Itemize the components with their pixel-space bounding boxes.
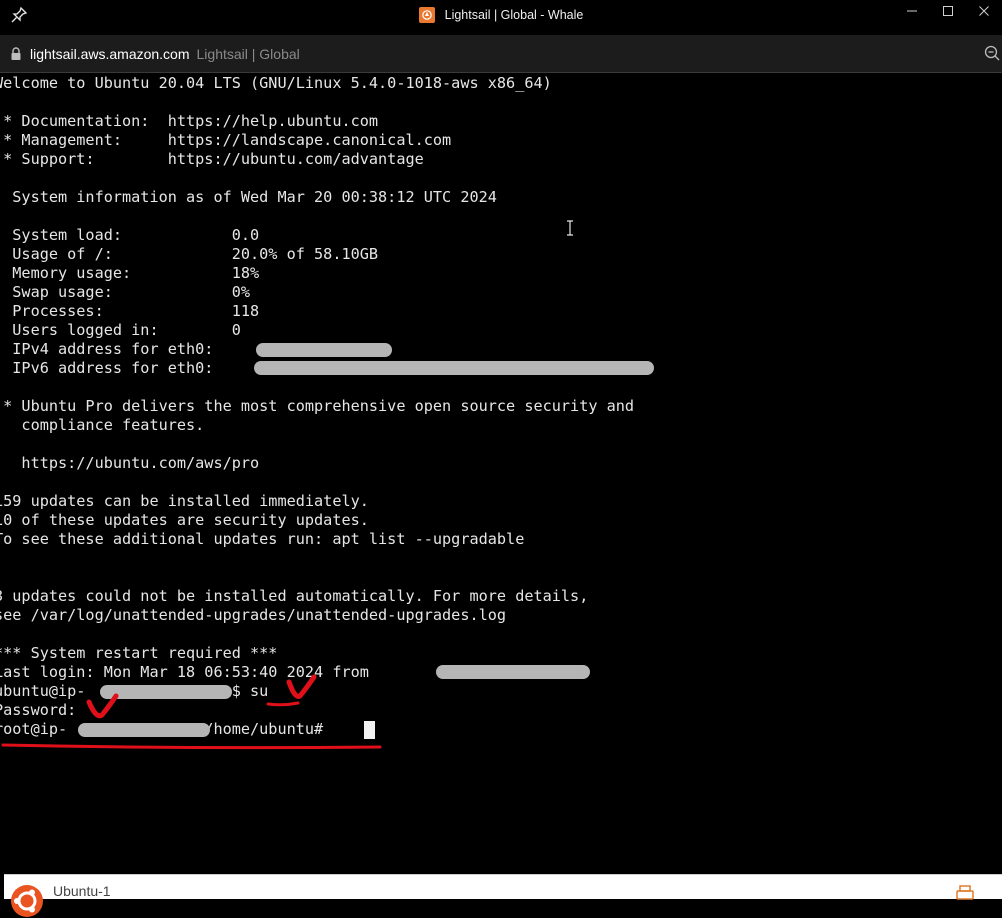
terminal-line: * Support: https://ubuntu.com/advantage [0,150,424,168]
redacted-login-host [436,665,590,679]
terminal-line: compliance features. [0,416,205,434]
underline-root-prompt [1,743,382,750]
instance-name: Ubuntu-1 [53,883,111,899]
minimize-button[interactable] [894,0,930,22]
url-host[interactable]: lightsail.aws.amazon.com [30,46,190,62]
terminal-line: Swap usage: 0% [0,283,251,301]
terminal-cursor [364,721,375,739]
url-page-title: Lightsail | Global [196,45,300,62]
instance-panel: Ubuntu-1 [4,874,1002,917]
terminal-line: * Ubuntu Pro delivers the most comprehen… [0,397,635,415]
window-title: Lightsail | Global - Whale [444,8,584,22]
window-controls [894,0,1002,30]
lock-icon[interactable] [10,46,22,61]
terminal-line: IPv4 address for eth0: [0,340,214,358]
terminal-line: To see these additional updates run: apt… [0,530,525,548]
terminal-line: 10 of these updates are security updates… [0,511,369,529]
title-bar: Lightsail | Global - Whale [0,0,1002,30]
close-icon [979,6,989,16]
maximize-button[interactable] [930,0,966,22]
terminal-line: * Documentation: https://help.ubuntu.com [0,112,379,130]
redacted-root-host [78,723,210,737]
redacted-ubuntu-host [100,685,232,699]
ubuntu-logo-icon [11,885,43,917]
redacted-ipv4 [256,343,392,357]
terminal-line: 159 updates can be installed immediately… [0,492,369,510]
terminal-line: System information as of Wed Mar 20 00:3… [0,188,497,206]
terminal-line: Processes: 118 [0,302,260,320]
address-bar[interactable]: lightsail.aws.amazon.com Lightsail | Glo… [0,35,1002,73]
terminal-line: Welcome to Ubuntu 20.04 LTS (GNU/Linux 5… [0,74,552,92]
terminal-line: Memory usage: 18% [0,264,260,282]
redacted-ipv6 [254,361,654,375]
zoom-out-icon[interactable] [984,45,1000,61]
lightsail-icon [418,7,435,23]
close-button[interactable] [966,0,1002,22]
terminal-line: * Management: https://landscape.canonica… [0,131,452,149]
underline-su [266,701,300,707]
terminal-line: Last login: Mon Mar 18 06:53:40 2024 fro… [0,663,369,681]
terminal-line: 3 updates could not be installed automat… [0,587,589,605]
terminal-line: see /var/log/unattended-upgrades/unatten… [0,606,507,624]
terminal-line: https://ubuntu.com/aws/pro [0,454,260,472]
maximize-icon [943,6,953,16]
terminal-line: Password: [0,701,77,719]
minimize-icon [907,10,917,12]
ibeam-cursor-icon [567,220,573,236]
terminal[interactable]: Welcome to Ubuntu 20.04 LTS (GNU/Linux 5… [0,74,1002,874]
terminal-line: Usage of /: 20.0% of 58.10GB [0,245,379,263]
terminal-line: Users logged in: 0 [0,321,241,339]
terminal-line: System load: 0.0 [0,226,260,244]
terminal-line: *** System restart required *** [0,644,278,662]
terminal-line: IPv6 address for eth0: [0,359,214,377]
